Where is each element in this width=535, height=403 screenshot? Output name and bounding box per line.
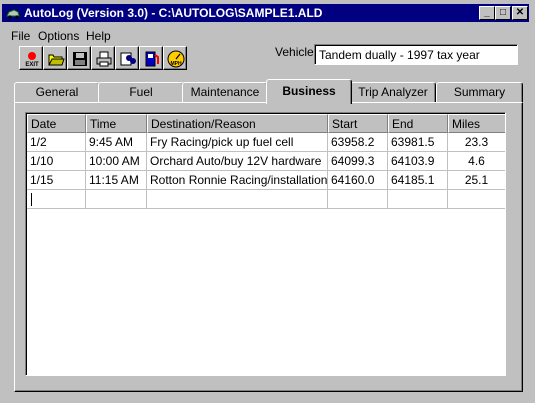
vehicle-field[interactable]: Tandem dually - 1997 tax year (314, 44, 518, 65)
table-row[interactable]: 1/15 11:15 AM Rotton Ronnie Racing/insta… (27, 171, 505, 190)
cell-date[interactable]: 1/15 (27, 171, 86, 190)
column-header-start[interactable]: Start (328, 114, 388, 133)
new-entry-time-cell[interactable] (86, 190, 147, 209)
business-trips-grid[interactable]: Date Time Destination/Reason Start End M… (25, 112, 506, 376)
open-button[interactable] (43, 46, 67, 70)
column-header-time[interactable]: Time (86, 114, 147, 133)
cell-start[interactable]: 64099.3 (328, 152, 388, 171)
save-button[interactable] (67, 46, 91, 70)
text-caret (31, 193, 32, 206)
cell-date[interactable]: 1/10 (27, 152, 86, 171)
grid-header-row: Date Time Destination/Reason Start End M… (27, 114, 505, 133)
tab-maintenance[interactable]: Maintenance (182, 82, 268, 102)
title-bar[interactable]: AutoLog (Version 3.0) - C:\AUTOLOG\SAMPL… (2, 4, 529, 22)
new-entry-destination-cell[interactable] (147, 190, 328, 209)
maximize-button[interactable]: □ (495, 6, 511, 20)
cell-end[interactable]: 64103.9 (388, 152, 448, 171)
new-entry-start-cell[interactable] (328, 190, 388, 209)
print-icon (96, 51, 112, 67)
open-folder-icon (48, 54, 65, 66)
cell-miles[interactable]: 23.3 (448, 133, 505, 152)
cell-end[interactable]: 64185.1 (388, 171, 448, 190)
svg-text:EXIT: EXIT (25, 62, 39, 68)
tab-trip-analyzer[interactable]: Trip Analyzer (350, 82, 436, 102)
column-header-miles[interactable]: Miles (448, 114, 505, 133)
tab-general[interactable]: General (14, 82, 100, 102)
cell-destination[interactable]: Fry Racing/pick up fuel cell (147, 133, 328, 152)
column-header-end[interactable]: End (388, 114, 448, 133)
table-row[interactable]: 1/2 9:45 AM Fry Racing/pick up fuel cell… (27, 133, 505, 152)
vehicle-label: Vehicle (275, 45, 314, 59)
minimize-button[interactable]: _ (479, 6, 495, 20)
maximize-icon: □ (499, 7, 507, 18)
close-button[interactable]: ✕ (512, 6, 528, 20)
tab-summary[interactable]: Summary (436, 82, 523, 102)
table-row[interactable]: 1/10 10:00 AM Orchard Auto/buy 12V hardw… (27, 152, 505, 171)
print-button[interactable] (91, 46, 115, 70)
menu-bar: File Options Help (2, 26, 529, 44)
tab-fuel[interactable]: Fuel (98, 82, 184, 102)
mph-button[interactable]: MPH (163, 46, 187, 70)
tab-business[interactable]: Business (266, 79, 352, 104)
menu-file[interactable]: File (11, 29, 30, 43)
new-entry-row[interactable] (27, 190, 505, 209)
cell-date[interactable]: 1/2 (27, 133, 86, 152)
fuel-button[interactable] (139, 46, 163, 70)
cell-end[interactable]: 63981.5 (388, 133, 448, 152)
column-header-date[interactable]: Date (27, 114, 86, 133)
speedometer-mph-icon: MPH (167, 50, 185, 68)
new-entry-end-cell[interactable] (388, 190, 448, 209)
exit-button[interactable]: EXIT (19, 46, 43, 70)
cell-miles[interactable]: 25.1 (448, 171, 505, 190)
menu-options[interactable]: Options (38, 29, 79, 43)
svg-text:MPH: MPH (170, 61, 182, 67)
menu-help[interactable]: Help (86, 29, 111, 43)
find-button[interactable] (115, 46, 139, 70)
search-binoculars-icon (120, 52, 136, 66)
app-window: AutoLog (Version 3.0) - C:\AUTOLOG\SAMPL… (0, 0, 535, 403)
save-disk-icon (73, 52, 87, 66)
window-title: AutoLog (Version 3.0) - C:\AUTOLOG\SAMPL… (24, 6, 323, 20)
cell-time[interactable]: 11:15 AM (86, 171, 147, 190)
cell-time[interactable]: 10:00 AM (86, 152, 147, 171)
new-entry-date-cell[interactable] (27, 190, 86, 209)
exit-icon: EXIT (25, 52, 39, 68)
cell-miles[interactable]: 4.6 (448, 152, 505, 171)
column-header-destination[interactable]: Destination/Reason (147, 114, 328, 133)
new-entry-miles-cell[interactable] (448, 190, 505, 209)
cell-time[interactable]: 9:45 AM (86, 133, 147, 152)
minimize-icon: _ (484, 7, 490, 18)
cell-destination[interactable]: Rotton Ronnie Racing/installation (147, 171, 328, 190)
fuel-pump-icon (145, 51, 159, 67)
app-car-icon (6, 9, 20, 19)
cell-destination[interactable]: Orchard Auto/buy 12V hardware (147, 152, 328, 171)
close-icon: ✕ (515, 7, 525, 18)
cell-start[interactable]: 63958.2 (328, 133, 388, 152)
cell-start[interactable]: 64160.0 (328, 171, 388, 190)
